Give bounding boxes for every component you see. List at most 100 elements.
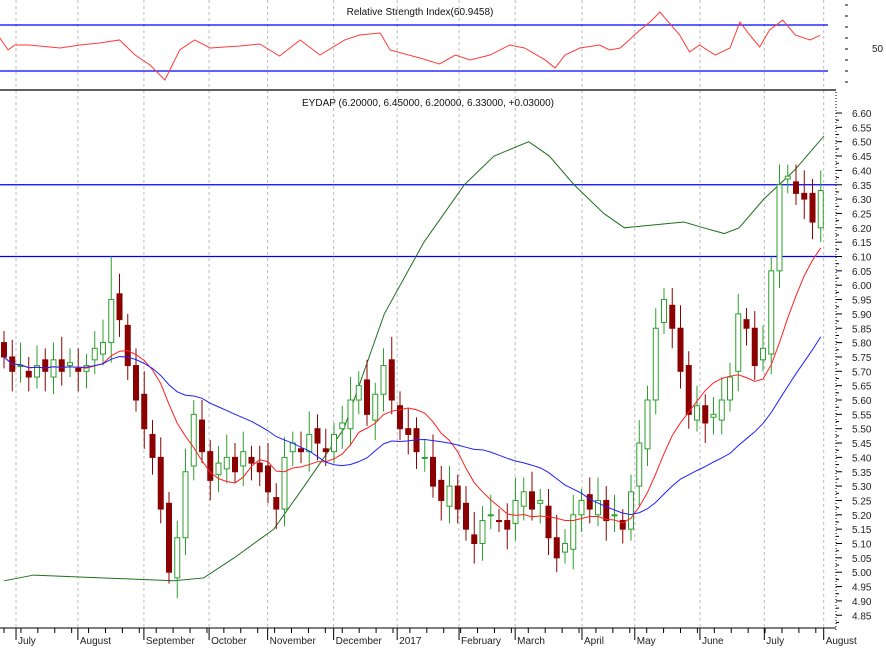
month-label-may: May	[637, 636, 656, 647]
candle	[710, 397, 717, 435]
candle	[141, 371, 148, 449]
candle	[124, 313, 131, 380]
month-label-august: August	[80, 636, 111, 647]
candle-body	[578, 499, 585, 516]
candle	[727, 362, 733, 412]
candle	[281, 437, 288, 527]
candle	[331, 422, 337, 464]
candle	[190, 400, 197, 481]
candle-body	[116, 293, 123, 321]
candle-body	[91, 347, 98, 361]
candle	[256, 445, 263, 487]
candle	[199, 400, 205, 464]
candle-body	[430, 456, 436, 487]
candle	[273, 483, 280, 530]
candle	[215, 445, 222, 492]
candle-body	[768, 270, 775, 355]
candle-body	[685, 365, 692, 415]
rsi-panel: Relative Strength Index(60.9458) 50	[0, 4, 884, 83]
candle	[743, 308, 750, 346]
price-tick-label: 6.40	[852, 166, 872, 177]
candle-body	[677, 327, 684, 372]
candle-body	[776, 184, 783, 272]
candle	[314, 414, 321, 461]
candle-body	[454, 485, 461, 510]
price-tick-label: 6.20	[852, 224, 872, 235]
candle	[413, 417, 420, 469]
candle	[50, 342, 57, 395]
candle-body	[223, 456, 230, 470]
candle-body	[636, 442, 643, 487]
candle	[157, 437, 164, 524]
price-tick-label: 5.20	[852, 511, 872, 522]
month-label-november: November	[270, 636, 317, 647]
price-tick-label: 5.40	[852, 453, 872, 464]
price-tick-label: 5.65	[852, 382, 872, 393]
candle-body	[809, 192, 816, 223]
candle	[496, 509, 502, 533]
candle-body	[174, 537, 181, 579]
candle-body	[281, 456, 288, 510]
candle-body	[446, 485, 453, 507]
candle	[364, 359, 370, 426]
candle-body	[190, 413, 197, 467]
short-moving-average-line	[3, 247, 822, 524]
month-label-august: August	[826, 636, 857, 647]
candle	[628, 474, 634, 541]
candle	[677, 305, 684, 389]
candle	[471, 511, 478, 564]
candle	[265, 443, 271, 504]
candle	[718, 377, 725, 435]
candle	[817, 170, 824, 243]
candle-body	[421, 456, 428, 459]
candle-body	[479, 520, 486, 544]
candle-body	[67, 362, 73, 367]
candle-body	[331, 433, 337, 453]
price-tick-label: 6.50	[852, 138, 872, 149]
candle-body	[124, 324, 131, 367]
candle-body	[760, 347, 766, 361]
price-tick-label: 5.60	[852, 396, 872, 407]
candle-body	[50, 359, 57, 378]
candle	[339, 405, 346, 449]
candle-body	[496, 520, 502, 523]
candle	[347, 377, 354, 446]
candle-body	[215, 462, 222, 476]
candle-body	[661, 299, 667, 324]
candle-body	[108, 299, 115, 344]
candle	[545, 488, 552, 555]
price-tick-label: 5.25	[852, 496, 872, 507]
candle	[784, 164, 791, 194]
price-tick-label: 5.95	[852, 296, 872, 307]
month-label-june: June	[702, 636, 724, 647]
candle	[735, 293, 742, 392]
candle-body	[322, 448, 329, 453]
candle-body	[157, 456, 164, 510]
candle-body	[364, 379, 370, 415]
candle-body	[265, 465, 271, 493]
candle	[512, 477, 519, 541]
candle-body	[149, 433, 156, 458]
price-tick-label: 4.90	[852, 597, 872, 608]
price-panel: EYDAP (6.20000, 6.45000, 6.20000, 6.3300…	[0, 98, 836, 599]
candle	[372, 382, 379, 441]
candle	[537, 488, 544, 524]
candle	[644, 385, 651, 467]
candle-body	[355, 385, 362, 401]
candle-body	[817, 189, 824, 229]
price-tick-label: 6.10	[852, 253, 872, 264]
candle-body	[586, 494, 593, 510]
candle-body	[273, 497, 280, 510]
candle	[1, 331, 7, 369]
price-tick-label: 4.95	[852, 583, 872, 594]
candle-body	[512, 499, 519, 524]
price-tick-label: 5.00	[852, 568, 872, 579]
candle-body	[801, 192, 808, 200]
candle	[463, 486, 469, 541]
price-tick-label: 5.70	[852, 367, 872, 378]
month-label-september: September	[146, 636, 196, 647]
candle-body	[166, 502, 172, 573]
candle	[405, 408, 412, 455]
candle-body	[504, 520, 511, 530]
candle	[397, 391, 403, 441]
